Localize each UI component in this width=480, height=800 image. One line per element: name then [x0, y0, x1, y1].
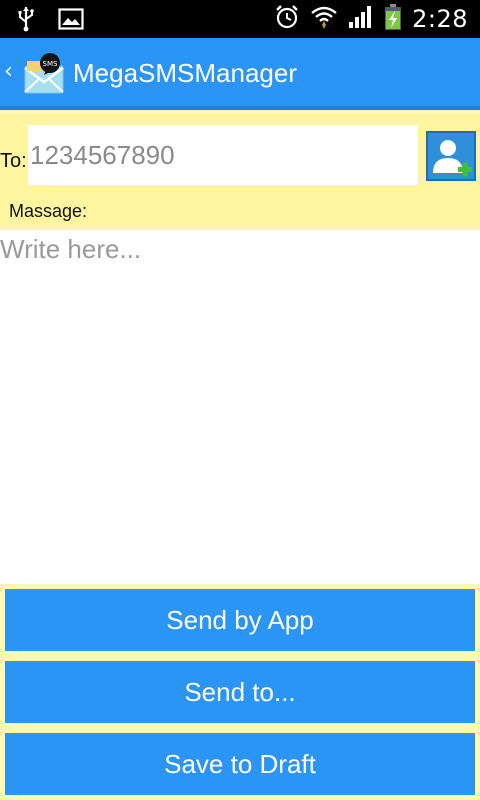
- alarm-icon: [274, 4, 300, 34]
- status-clock: 2:28: [412, 5, 468, 33]
- notification-icons: [16, 6, 84, 36]
- system-icons: 2:28: [274, 3, 468, 35]
- message-body-input[interactable]: [0, 230, 480, 584]
- battery-charging-icon: [384, 3, 402, 35]
- to-label: To:: [0, 150, 27, 172]
- signal-icon: [348, 5, 374, 33]
- add-contact-button[interactable]: [426, 131, 476, 181]
- image-icon: [58, 8, 84, 34]
- compose-header: To: Massage:: [0, 110, 480, 230]
- wifi-icon: [310, 4, 338, 34]
- action-bar: ‹ SMS MegaSMSManager: [0, 38, 480, 110]
- send-to-button[interactable]: Send to...: [5, 661, 475, 723]
- save-to-draft-button[interactable]: Save to Draft: [5, 733, 475, 795]
- message-label: Massage:: [9, 201, 88, 221]
- button-panel: Send by App Send to... Save to Draft: [0, 584, 480, 800]
- up-navigation-icon[interactable]: ‹: [4, 59, 13, 84]
- usb-icon: [16, 6, 36, 36]
- add-contact-icon: [428, 140, 474, 183]
- send-by-app-button[interactable]: Send by App: [5, 589, 475, 651]
- status-bar: 2:28: [0, 0, 480, 38]
- svg-text:SMS: SMS: [43, 60, 58, 68]
- recipient-input[interactable]: [28, 125, 418, 185]
- app-title: MegaSMSManager: [73, 58, 297, 88]
- app-logo-icon[interactable]: SMS: [24, 52, 64, 94]
